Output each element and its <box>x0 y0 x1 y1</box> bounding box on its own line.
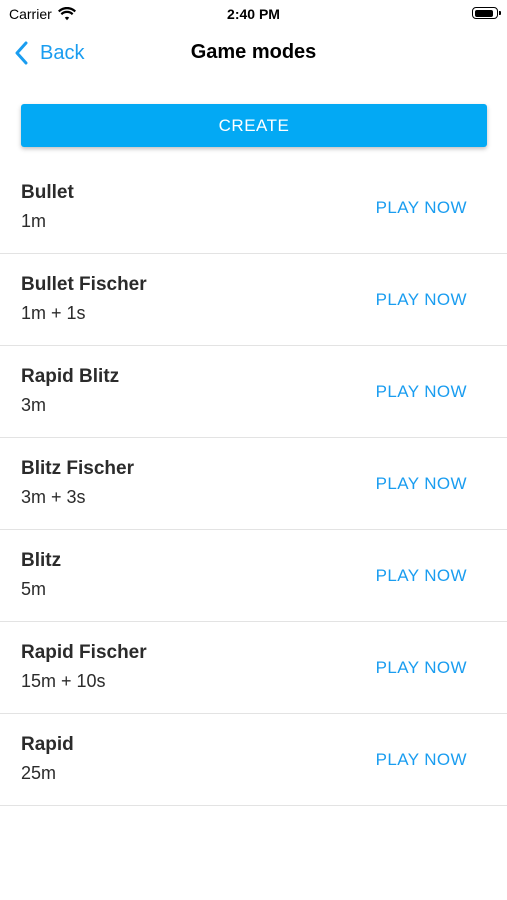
list-item: Rapid 25m PLAY NOW <box>0 714 507 806</box>
mode-time-control: 3m <box>21 395 47 415</box>
play-now-button[interactable]: PLAY NOW <box>376 658 467 678</box>
list-item: Rapid Fischer 15m + 10s PLAY NOW <box>0 622 507 714</box>
battery-icon <box>472 7 501 19</box>
mode-time-control: 5m <box>21 579 47 599</box>
mode-time-control: 1m <box>21 211 47 231</box>
battery-level <box>474 9 493 17</box>
mode-name: Bullet <box>21 182 74 203</box>
status-time: 2:40 PM <box>227 6 280 22</box>
navigation-bar: Back Game modes <box>0 30 507 76</box>
game-mode-list: Bullet 1m PLAY NOW Bullet Fischer 1m + 1… <box>0 162 507 806</box>
play-now-button[interactable]: PLAY NOW <box>376 382 467 402</box>
play-now-button[interactable]: PLAY NOW <box>376 566 467 586</box>
mode-name: Blitz Fischer <box>21 458 134 479</box>
list-item: Blitz 5m PLAY NOW <box>0 530 507 622</box>
mode-name: Rapid Fischer <box>21 642 147 663</box>
mode-time-control: 25m <box>21 763 57 783</box>
status-bar: Carrier 2:40 PM <box>0 0 507 28</box>
mode-time-control: 3m + 3s <box>21 487 86 507</box>
play-now-button[interactable]: PLAY NOW <box>376 290 467 310</box>
create-button[interactable]: CREATE <box>21 104 487 147</box>
mode-name: Rapid <box>21 734 74 755</box>
list-item: Blitz Fischer 3m + 3s PLAY NOW <box>0 438 507 530</box>
play-now-button[interactable]: PLAY NOW <box>376 198 467 218</box>
mode-name: Bullet Fischer <box>21 274 147 295</box>
list-item: Bullet Fischer 1m + 1s PLAY NOW <box>0 254 507 346</box>
mode-time-control: 1m + 1s <box>21 303 86 323</box>
game-modes-screen: Carrier 2:40 PM Back Game modes CREATE B… <box>0 0 507 900</box>
page-title: Game modes <box>190 41 317 63</box>
mode-name: Rapid Blitz <box>21 366 120 387</box>
mode-time-control: 15m + 10s <box>21 671 106 691</box>
play-now-button[interactable]: PLAY NOW <box>376 750 467 770</box>
list-item: Bullet 1m PLAY NOW <box>0 162 507 254</box>
list-item: Rapid Blitz 3m PLAY NOW <box>0 346 507 438</box>
play-now-button[interactable]: PLAY NOW <box>376 474 467 494</box>
mode-name: Blitz <box>21 550 62 571</box>
